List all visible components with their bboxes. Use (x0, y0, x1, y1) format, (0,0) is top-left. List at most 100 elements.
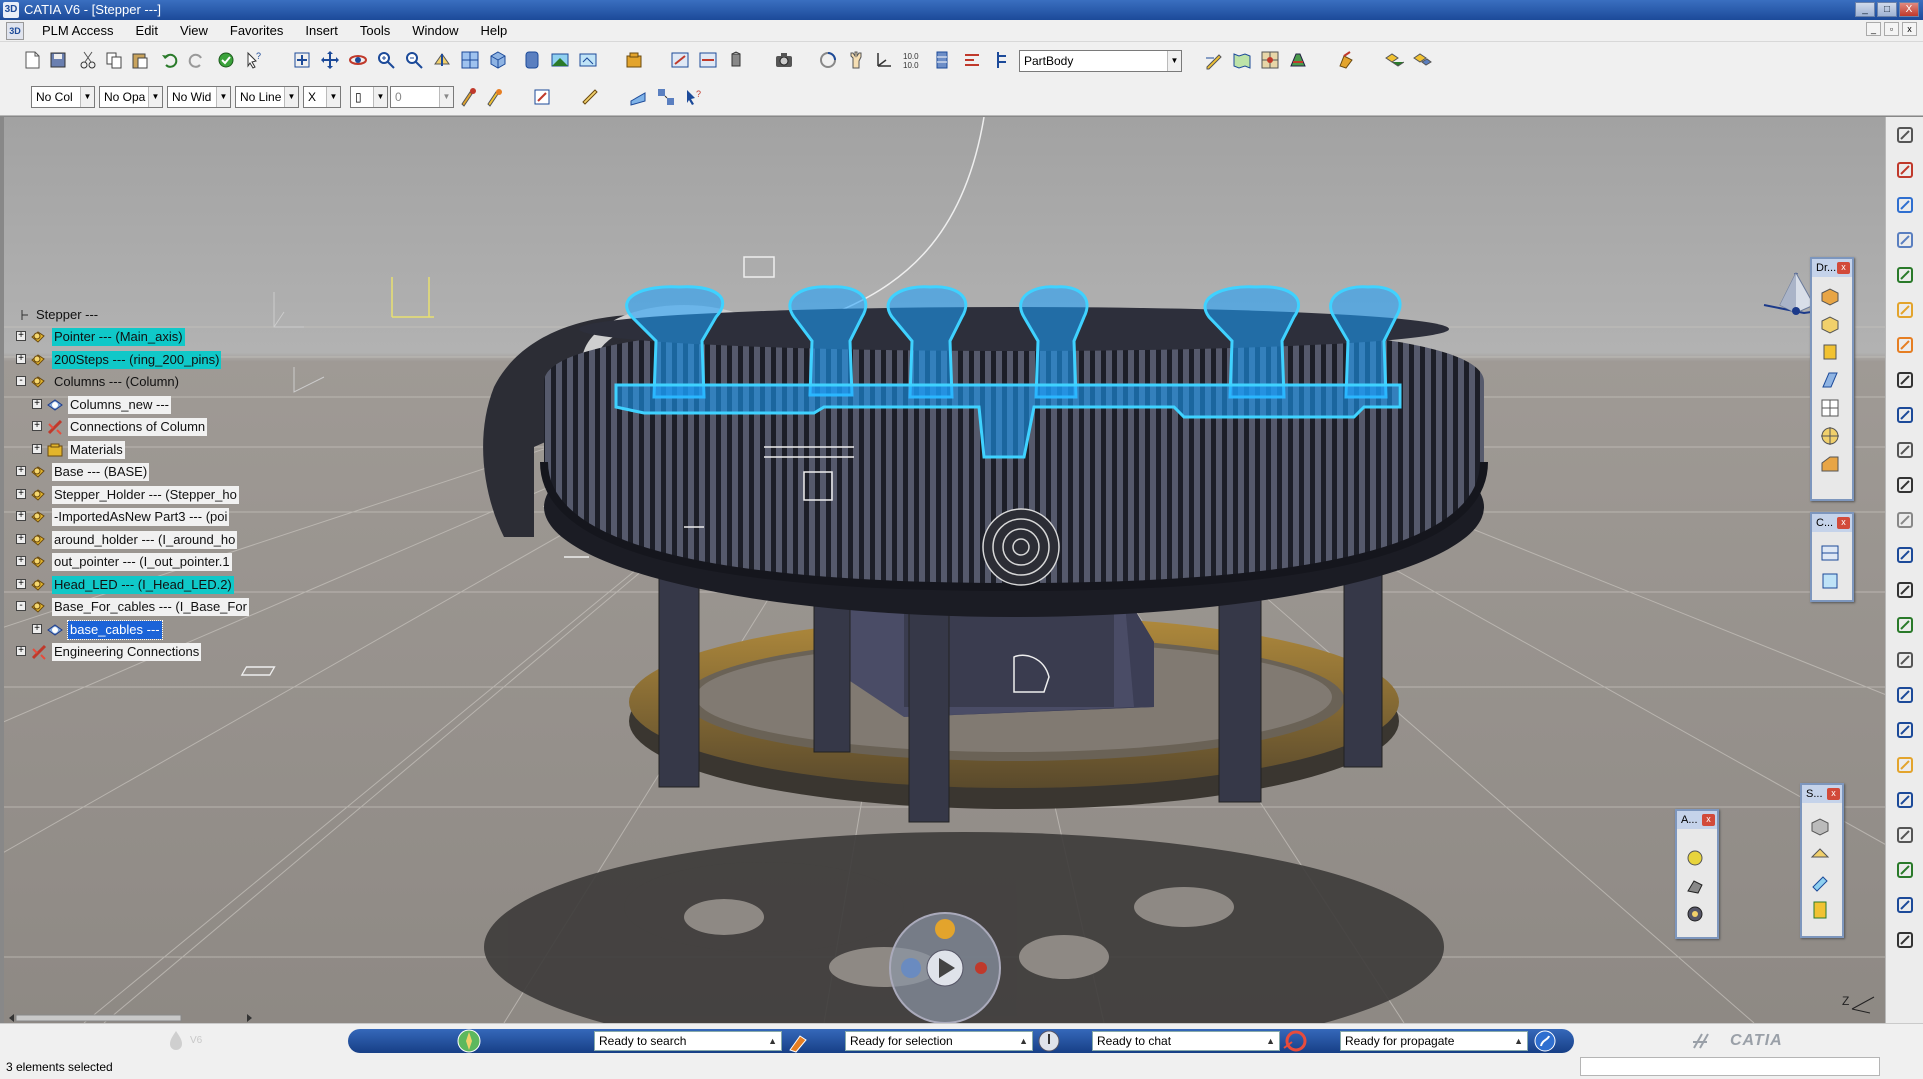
close-icon[interactable]: x (1702, 814, 1715, 826)
3d-viewport[interactable]: Z Stepper --- + Pointer --- (Main_axis) +20… (4, 117, 1885, 1023)
paste-icon[interactable] (130, 50, 150, 70)
new-icon[interactable] (22, 50, 42, 70)
opacity-dropdown[interactable]: No Opa ▼ (99, 86, 163, 108)
menu-help[interactable]: Help (470, 20, 519, 41)
solid-icon[interactable] (1809, 815, 1831, 837)
redo-icon[interactable] (186, 50, 206, 70)
catalog-icon[interactable] (1895, 195, 1915, 215)
extract-icon[interactable] (932, 50, 952, 70)
catalog-icon[interactable] (624, 50, 644, 70)
propagate-icon[interactable] (1282, 1028, 1308, 1054)
ball-icon[interactable] (1684, 847, 1706, 869)
doc-close-button[interactable]: x (1902, 22, 1917, 36)
wheel-icon[interactable] (1895, 475, 1915, 495)
line-icon[interactable] (1895, 720, 1915, 740)
point-icon[interactable] (1895, 685, 1915, 705)
box-icon[interactable] (1895, 545, 1915, 565)
apply-material-icon[interactable] (1336, 50, 1356, 70)
close-button[interactable]: X (1899, 2, 1919, 17)
normal-view-icon[interactable] (432, 50, 452, 70)
copy-icon[interactable] (1895, 405, 1915, 425)
mirror-icon[interactable] (1895, 790, 1915, 810)
measure-between-icon[interactable] (580, 87, 600, 107)
plm-compass[interactable] (889, 912, 1001, 1023)
expand-toggle-icon[interactable]: - (16, 376, 26, 386)
close-icon[interactable]: x (1837, 517, 1850, 529)
fit-all-icon[interactable] (292, 50, 312, 70)
rendering-style-dropdown[interactable]: ▯ ▼ (350, 86, 388, 108)
s-palette[interactable]: S... x (1800, 783, 1844, 938)
explode-icon[interactable] (656, 87, 676, 107)
assembly-icon[interactable] (1412, 50, 1432, 70)
inertia-icon[interactable] (726, 50, 746, 70)
expand-toggle-icon[interactable]: + (16, 646, 26, 656)
doc-restore-button[interactable]: ▫ (1884, 22, 1899, 36)
command-input[interactable] (1580, 1057, 1880, 1076)
zoom-icon[interactable] (1895, 930, 1915, 950)
manipulate-icon[interactable] (846, 50, 866, 70)
line-width-dropdown[interactable]: No Wid ▼ (167, 86, 231, 108)
material-icon[interactable] (1288, 50, 1308, 70)
pad-icon[interactable] (1819, 341, 1841, 363)
robot-icon[interactable] (1684, 875, 1706, 897)
constraint-icon[interactable] (962, 50, 982, 70)
propagate-status[interactable]: Ready for propagate ▲ (1340, 1031, 1528, 1051)
expand-toggle-icon[interactable]: + (16, 511, 26, 521)
grid-part-icon[interactable] (1260, 50, 1280, 70)
box-icon[interactable] (1819, 285, 1841, 307)
axis-system-icon[interactable] (874, 50, 894, 70)
expand-toggle-icon[interactable]: + (16, 354, 26, 364)
menu-window[interactable]: Window (402, 20, 470, 41)
menu-view[interactable]: View (170, 20, 220, 41)
point-symbol-dropdown[interactable]: X ▼ (303, 86, 341, 108)
update-icon[interactable] (216, 50, 236, 70)
color-dropdown[interactable]: No Col ▼ (31, 86, 95, 108)
whats-this-icon[interactable]: ? (684, 87, 704, 107)
expand-toggle-icon[interactable]: + (16, 331, 26, 341)
document-icon[interactable]: 3D (6, 21, 24, 40)
undo-icon[interactable] (160, 50, 180, 70)
maximize-button[interactable]: □ (1877, 2, 1897, 17)
search-compass-icon[interactable] (456, 1028, 482, 1054)
measure-icon[interactable] (670, 50, 690, 70)
expand-toggle-icon[interactable]: + (32, 444, 42, 454)
minimize-button[interactable]: _ (1855, 2, 1875, 17)
expand-toggle-icon[interactable]: + (32, 421, 42, 431)
expand-toggle-icon[interactable]: + (32, 399, 42, 409)
multi-view-icon[interactable] (460, 50, 480, 70)
swap-space-icon[interactable] (578, 50, 598, 70)
pattern-icon[interactable] (1819, 397, 1841, 419)
plane-icon[interactable] (1895, 755, 1915, 775)
filter-icon[interactable] (1895, 510, 1915, 530)
body-select-dropdown[interactable]: PartBody ▼ (1019, 50, 1182, 72)
numeric-icon[interactable]: 10.0 10.0 (902, 50, 922, 70)
material-icon[interactable] (1895, 300, 1915, 320)
menu-favorites[interactable]: Favorites (220, 20, 295, 41)
fillet-icon[interactable] (1819, 453, 1841, 475)
sketch-icon[interactable] (1204, 50, 1224, 70)
profile-icon[interactable] (1532, 1028, 1558, 1054)
revolve-icon[interactable] (818, 50, 838, 70)
view-icon[interactable] (1895, 440, 1915, 460)
pan-icon[interactable] (320, 50, 340, 70)
zoom-out-icon[interactable] (404, 50, 424, 70)
save-icon[interactable] (48, 50, 68, 70)
close-icon[interactable]: x (1837, 262, 1850, 274)
3d-model-scene[interactable]: Z (4, 117, 1885, 1023)
close-icon[interactable]: x (1827, 788, 1840, 800)
expand-toggle-icon[interactable]: + (16, 466, 26, 476)
gear-icon[interactable] (1684, 903, 1706, 925)
capture-icon[interactable] (774, 50, 794, 70)
hide-show-icon[interactable] (550, 50, 570, 70)
drawing-icon[interactable] (1895, 160, 1915, 180)
rotate-icon[interactable] (348, 50, 368, 70)
menu-edit[interactable]: Edit (126, 20, 170, 41)
sketch-icon[interactable] (1895, 370, 1915, 390)
split-icon[interactable] (1819, 542, 1841, 564)
edit-icon[interactable] (1895, 650, 1915, 670)
ruler-icon[interactable] (1895, 580, 1915, 600)
iso-view-icon[interactable] (488, 50, 508, 70)
expand-toggle-icon[interactable]: + (16, 556, 26, 566)
shading-icon[interactable] (522, 50, 542, 70)
magnet-icon[interactable] (1895, 895, 1915, 915)
